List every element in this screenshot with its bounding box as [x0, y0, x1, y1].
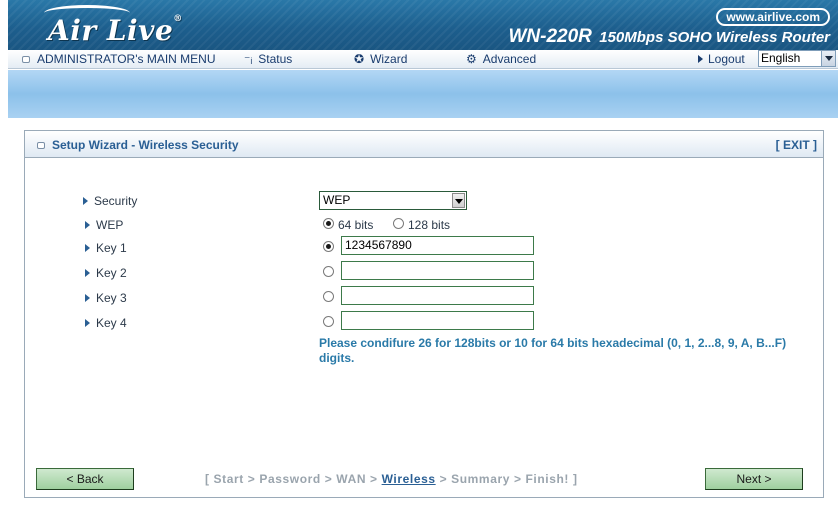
- wizard-steps-breadcrumb: [ Start > Password > WAN > Wireless > Su…: [205, 472, 578, 486]
- wep-64-radio[interactable]: [323, 218, 334, 229]
- wizard-panel: Setup Wizard - Wireless Security [ EXIT …: [24, 130, 824, 498]
- language-select[interactable]: English: [758, 50, 836, 67]
- wep-128-radio[interactable]: [393, 218, 404, 229]
- nav-wizard[interactable]: ✪ Wizard: [354, 52, 407, 67]
- panel-title: Setup Wizard - Wireless Security: [37, 138, 239, 152]
- arrow-right-icon: [83, 197, 88, 205]
- wep-row: WEP 64 bits 128 bits: [25, 215, 823, 235]
- key3-input[interactable]: [341, 286, 534, 305]
- header-banner: Air Live® www.airlive.com WN-220R 150Mbp…: [8, 0, 838, 50]
- key2-label: Key 2: [85, 266, 127, 280]
- current-step: Wireless: [381, 472, 436, 486]
- key2-radio[interactable]: [323, 266, 334, 277]
- key2-row: Key 2: [25, 261, 823, 281]
- product-title: WN-220R 150Mbps SOHO Wireless Router: [508, 26, 830, 48]
- menu-bullet-icon: [22, 56, 30, 63]
- security-label: Security: [83, 194, 137, 208]
- arrow-right-icon: [85, 319, 90, 327]
- exit-link[interactable]: [ EXIT ]: [776, 138, 817, 152]
- security-row: Security WEP: [25, 191, 823, 211]
- main-nav-bar: ADMINISTRATOR's MAIN MENU ⁻ᵢ Status ✪ Wiza…: [8, 50, 838, 69]
- product-model: WN-220R: [508, 26, 592, 47]
- arrow-right-icon: [85, 221, 90, 229]
- arrow-right-icon: [85, 269, 90, 277]
- key1-radio[interactable]: [323, 241, 334, 252]
- arrow-right-icon: [698, 55, 703, 63]
- panel-header: Setup Wizard - Wireless Security [ EXIT …: [25, 131, 823, 158]
- nav-status[interactable]: ⁻ᵢ Status: [244, 52, 292, 67]
- chevron-down-icon: [452, 193, 465, 208]
- back-button[interactable]: < Back: [36, 468, 134, 490]
- site-url-badge: www.airlive.com: [716, 8, 830, 26]
- key4-label: Key 4: [85, 316, 127, 330]
- security-select[interactable]: WEP: [319, 191, 467, 210]
- key4-input[interactable]: [341, 311, 534, 330]
- status-icon: ⁻ᵢ: [244, 52, 253, 66]
- wep-64-label: 64 bits: [338, 218, 374, 232]
- header-band: [8, 70, 838, 118]
- key2-input[interactable]: [341, 261, 534, 280]
- key4-row: Key 4: [25, 311, 823, 331]
- nav-admin-main-menu[interactable]: ADMINISTRATOR's MAIN MENU: [22, 52, 216, 67]
- arrow-right-icon: [85, 294, 90, 302]
- next-button[interactable]: Next >: [705, 468, 803, 490]
- arrow-right-icon: [85, 244, 90, 252]
- advanced-icon: ⚙: [466, 52, 477, 66]
- key1-input[interactable]: 1234567890: [341, 236, 534, 255]
- airlive-logo: Air Live®: [38, 2, 188, 47]
- chevron-down-icon: [821, 51, 835, 66]
- key1-row: Key 1 1234567890: [25, 236, 823, 256]
- key1-label: Key 1: [85, 241, 127, 255]
- key3-label: Key 3: [85, 291, 127, 305]
- title-bullet-icon: [37, 142, 45, 149]
- key3-radio[interactable]: [323, 291, 334, 302]
- wep-label: WEP: [85, 218, 123, 232]
- wep-128-label: 128 bits: [408, 218, 451, 232]
- hex-digits-note: Please condifure 26 for 128bits or 10 fo…: [319, 336, 787, 365]
- nav-logout[interactable]: Logout: [698, 52, 745, 67]
- product-description: 150Mbps SOHO Wireless Router: [599, 29, 830, 46]
- nav-advanced[interactable]: ⚙ Advanced: [466, 52, 536, 67]
- logo-text: Air Live®: [48, 14, 183, 47]
- key3-row: Key 3: [25, 286, 823, 306]
- key4-radio[interactable]: [323, 316, 334, 327]
- wizard-icon: ✪: [354, 52, 365, 66]
